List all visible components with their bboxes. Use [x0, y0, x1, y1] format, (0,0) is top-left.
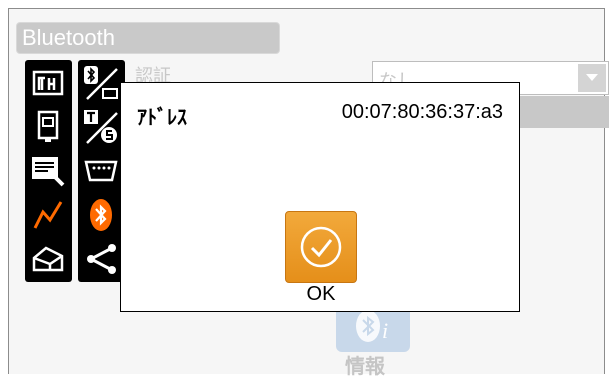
- measure-icon[interactable]: [29, 64, 67, 102]
- ok-button[interactable]: [285, 211, 357, 283]
- address-label: ｱﾄﾞﾚｽ: [137, 105, 187, 129]
- instrument-icon[interactable]: [29, 108, 67, 146]
- keyboard-doc-icon[interactable]: [29, 152, 67, 190]
- toggle-setting-icon[interactable]: [82, 108, 120, 146]
- graph-icon[interactable]: [29, 196, 67, 234]
- info-button-label: 情報: [345, 354, 385, 378]
- ok-label: OK: [306, 283, 336, 305]
- bluetooth-icon[interactable]: [82, 196, 120, 234]
- window-title: Bluetooth: [22, 25, 115, 50]
- svg-text:i: i: [382, 318, 388, 343]
- sidebar-column-1: [25, 60, 72, 282]
- checkmark-circle-icon: [300, 226, 342, 268]
- chevron-down-icon[interactable]: [578, 64, 606, 92]
- sidebar-column-2: [78, 60, 125, 282]
- printer-icon[interactable]: [29, 240, 67, 278]
- window-title-tab: Bluetooth: [16, 22, 280, 54]
- bluetooth-usb-icon[interactable]: [82, 64, 120, 102]
- address-dialog: ｱﾄﾞﾚｽ 00:07:80:36:37:a3 OK: [120, 82, 520, 312]
- address-value: 00:07:80:36:37:a3: [341, 101, 503, 123]
- share-icon[interactable]: [82, 240, 120, 278]
- serial-port-icon[interactable]: [82, 152, 120, 190]
